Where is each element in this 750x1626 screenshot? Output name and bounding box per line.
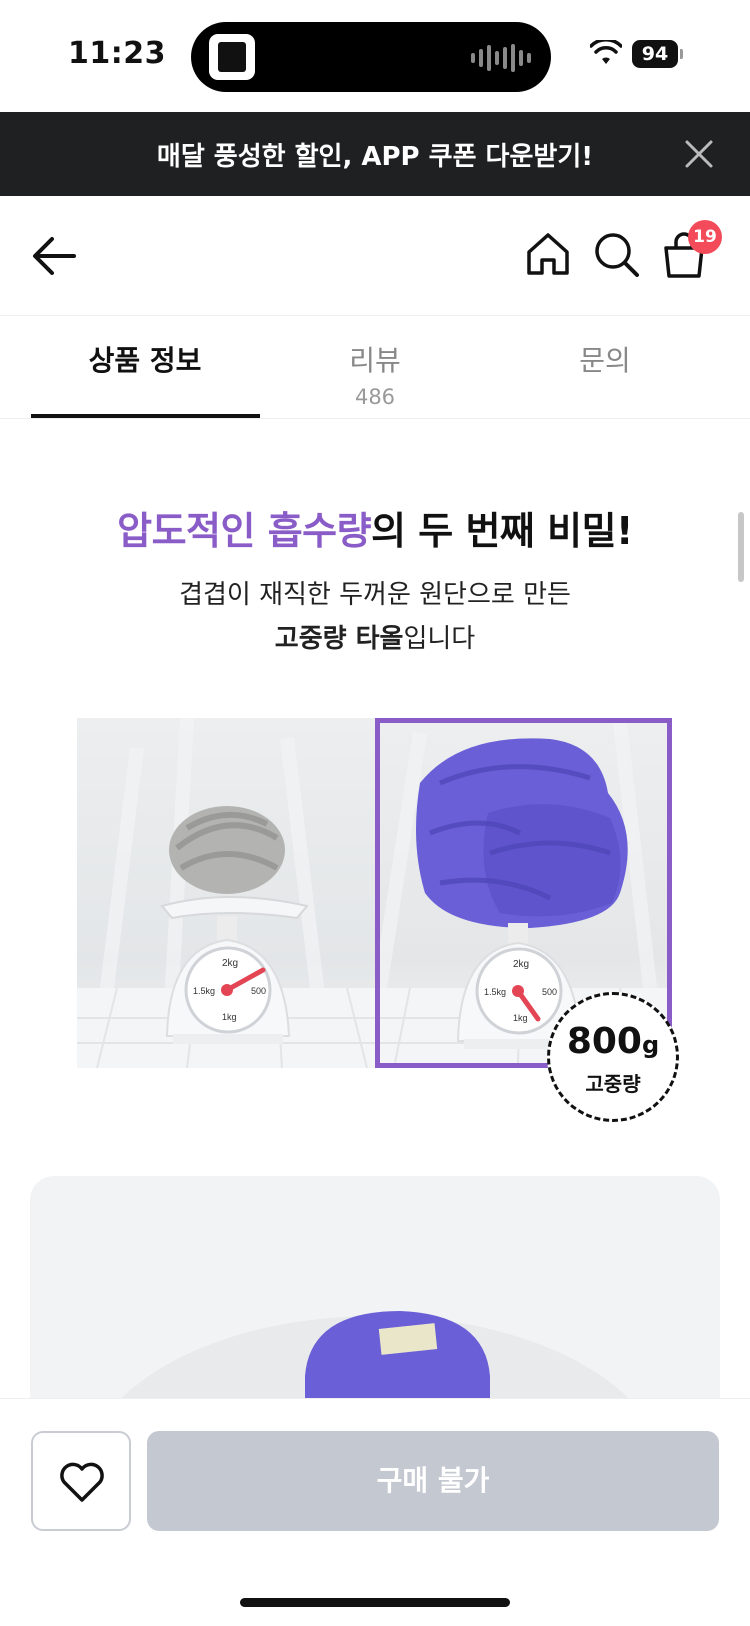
- weight-value: 800g: [550, 1023, 676, 1064]
- tab-label: 리뷰: [349, 344, 401, 377]
- weight-badge: 800g 고중량: [547, 992, 679, 1122]
- search-icon[interactable]: [592, 230, 640, 278]
- scrollbar[interactable]: [738, 512, 744, 582]
- scale-label-left: 1.5kg: [484, 987, 506, 997]
- home-icon[interactable]: [524, 230, 572, 278]
- wifi-icon: [590, 40, 622, 64]
- scale-label-top: 2kg: [222, 958, 238, 969]
- cart-count-badge: 19: [688, 220, 722, 254]
- dynamic-island: [191, 22, 551, 92]
- scale-label-right: 500: [251, 986, 266, 996]
- tab-label: 상품 정보: [88, 344, 202, 377]
- description-line-2: 고중량 타올입니다: [0, 618, 750, 655]
- section-headline: 압도적인 흡수량의 두 번째 비밀!: [0, 500, 750, 555]
- status-time: 11:23: [68, 36, 166, 71]
- status-bar: 11:23 94: [0, 0, 750, 112]
- tab-reviews[interactable]: 리뷰 486: [260, 317, 490, 419]
- back-arrow-icon[interactable]: [30, 234, 78, 278]
- weight-number: 800: [566, 1021, 642, 1062]
- now-playing-thumbnail: [209, 34, 255, 80]
- wishlist-button[interactable]: [31, 1431, 131, 1531]
- weight-label: 고중량: [585, 1072, 641, 1096]
- tab-product-info[interactable]: 상품 정보: [30, 317, 260, 419]
- promo-banner[interactable]: 매달 풍성한 할인, APP 쿠폰 다운받기!: [0, 112, 750, 196]
- scale-label-top: 2kg: [513, 959, 529, 970]
- tab-label: 문의: [579, 344, 631, 377]
- product-tabs: 상품 정보 리뷰 486 문의: [0, 317, 750, 419]
- purchase-bar: 구매 불가: [0, 1398, 750, 1626]
- gray-towel-on-scale-illustration: 2kg 1.5kg 500 1kg: [77, 718, 375, 1068]
- scale-label-right: 500: [542, 987, 557, 997]
- scale-label-left: 1.5kg: [193, 986, 215, 996]
- weight-unit: g: [641, 1031, 660, 1059]
- description-line-1: 겹겹이 재직한 두꺼운 원단으로 만든: [179, 580, 571, 610]
- headline-rest: 의 두 번째 비밀!: [371, 509, 633, 553]
- heart-icon: [60, 1462, 104, 1502]
- active-tab-indicator: [31, 414, 260, 418]
- review-count: 486: [354, 385, 396, 409]
- headline-accent: 압도적인 흡수량: [117, 509, 372, 553]
- battery-indicator: 94: [632, 40, 683, 68]
- gray-towel-photo: 2kg 1.5kg 500 1kg: [77, 718, 375, 1068]
- home-indicator[interactable]: [240, 1598, 510, 1607]
- scale-label-bottom: 1kg: [513, 1013, 528, 1023]
- tab-inquiry[interactable]: 문의: [490, 317, 720, 419]
- audio-wave-icon: [471, 44, 531, 72]
- promo-text[interactable]: 매달 풍성한 할인, APP 쿠폰 다운받기!: [157, 136, 593, 173]
- scale-label-bottom: 1kg: [222, 1012, 237, 1022]
- description-bold: 고중량 타올: [274, 624, 404, 654]
- buy-button[interactable]: 구매 불가: [147, 1431, 719, 1531]
- description-rest: 입니다: [403, 624, 476, 654]
- top-navigation: [0, 196, 750, 316]
- close-icon[interactable]: [684, 139, 714, 169]
